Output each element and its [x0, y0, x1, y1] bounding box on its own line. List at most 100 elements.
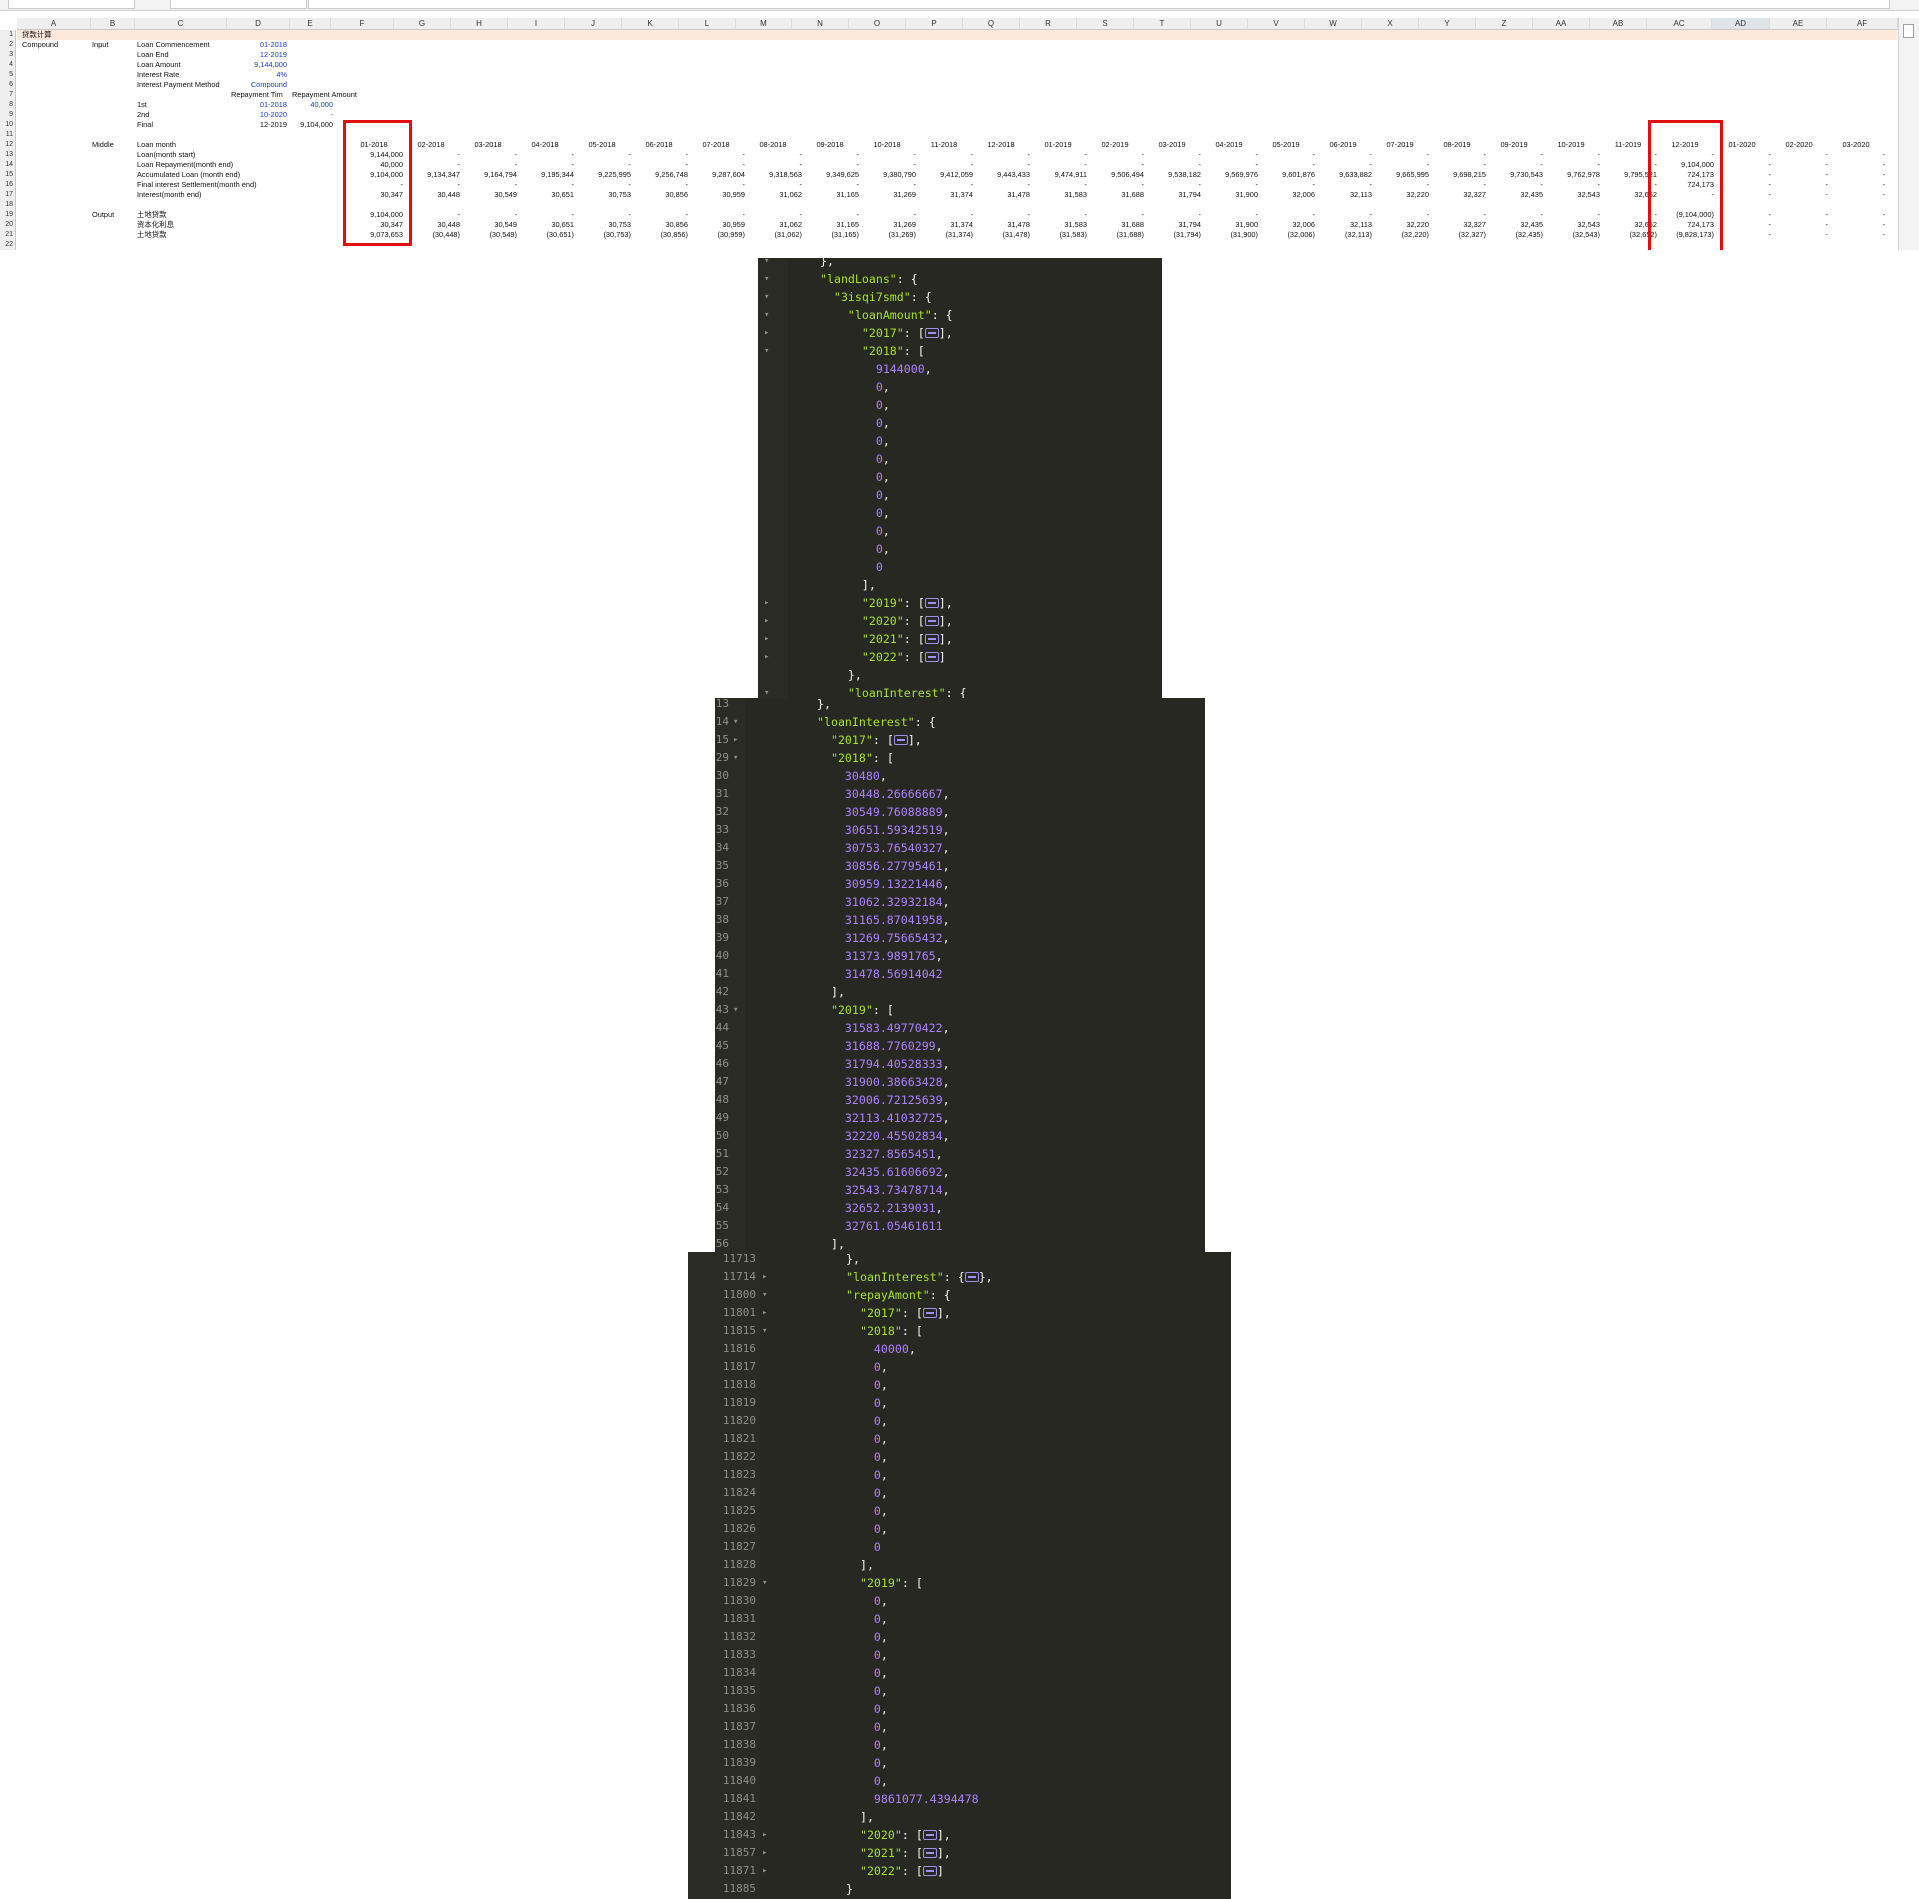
month-cell-o1[interactable]: -: [915, 210, 973, 220]
code-line[interactable]: 0,: [846, 1394, 888, 1412]
code-line[interactable]: "2021": [],: [820, 630, 953, 648]
row-header[interactable]: 1: [0, 30, 16, 40]
month-cell-int[interactable]: 31,794: [1143, 190, 1201, 200]
code-line[interactable]: ],: [846, 1556, 874, 1574]
month-cell-final[interactable]: -: [1371, 180, 1429, 190]
month-cell-o1[interactable]: -: [1827, 210, 1885, 220]
fold-collapsed-icon[interactable]: ▸: [764, 612, 769, 630]
month-cell-final[interactable]: -: [516, 180, 574, 190]
code-line[interactable]: 32113.41032725,: [817, 1109, 950, 1127]
month-cell-o1[interactable]: -: [801, 210, 859, 220]
code-line[interactable]: ],: [817, 1235, 845, 1253]
code-line[interactable]: "3isqi7smd": {: [820, 288, 932, 306]
month-cell-repay[interactable]: -: [1485, 160, 1543, 170]
column-header-f[interactable]: F: [331, 18, 394, 30]
month-cell-o3[interactable]: (30,959): [687, 230, 745, 240]
fold-expanded-icon[interactable]: ▾: [762, 1322, 767, 1340]
month-cell-repay[interactable]: -: [516, 160, 574, 170]
repayment-time[interactable]: 10-2020: [230, 110, 287, 120]
month-cell-repay[interactable]: -: [1086, 160, 1144, 170]
code-line[interactable]: 0,: [846, 1718, 888, 1736]
month-cell-final[interactable]: -: [1428, 180, 1486, 190]
input-value[interactable]: Compound: [205, 80, 287, 90]
fold-expanded-icon[interactable]: ▾: [762, 1286, 767, 1304]
month-cell-acc[interactable]: 9,349,625: [801, 170, 859, 180]
month-cell-start[interactable]: -: [1257, 150, 1315, 160]
month-cell-m[interactable]: 07-2019: [1371, 140, 1429, 150]
month-cell-o1[interactable]: -: [687, 210, 745, 220]
month-cell-acc[interactable]: 9,195,344: [516, 170, 574, 180]
month-cell-o2[interactable]: 30,651: [516, 220, 574, 230]
code-line[interactable]: 31900.38663428,: [817, 1073, 950, 1091]
month-cell-int[interactable]: -: [1770, 190, 1828, 200]
row-header[interactable]: 12: [0, 140, 16, 150]
month-cell-o3[interactable]: (32,006): [1257, 230, 1315, 240]
month-cell-start[interactable]: -: [1428, 150, 1486, 160]
code-line[interactable]: 0,: [846, 1772, 888, 1790]
month-cell-m[interactable]: 11-2018: [915, 140, 973, 150]
month-cell-repay[interactable]: -: [1827, 160, 1885, 170]
month-cell-final[interactable]: -: [630, 180, 688, 190]
code-line[interactable]: },: [820, 258, 834, 270]
code-line[interactable]: 31062.32932184,: [817, 893, 950, 911]
row-header[interactable]: 8: [0, 100, 16, 110]
code-line[interactable]: 0,: [820, 432, 890, 450]
month-cell-int[interactable]: 31,165: [801, 190, 859, 200]
column-header-m[interactable]: M: [736, 18, 792, 30]
code-line[interactable]: "2017": [],: [846, 1304, 951, 1322]
month-cell-start[interactable]: -: [573, 150, 631, 160]
month-cell-m[interactable]: 07-2018: [687, 140, 745, 150]
month-cell-m[interactable]: 08-2019: [1428, 140, 1486, 150]
month-cell-o1[interactable]: -: [516, 210, 574, 220]
input-value[interactable]: 9,144,000: [205, 60, 287, 70]
column-header-t[interactable]: T: [1134, 18, 1191, 30]
fold-expanded-icon[interactable]: ▾: [764, 288, 769, 306]
code-line[interactable]: 0,: [820, 504, 890, 522]
code-line[interactable]: 0,: [846, 1700, 888, 1718]
month-cell-final[interactable]: -: [1542, 180, 1600, 190]
month-cell-m[interactable]: 02-2019: [1086, 140, 1144, 150]
code-line[interactable]: 0,: [846, 1628, 888, 1646]
row-header[interactable]: 4: [0, 60, 16, 70]
month-cell-acc[interactable]: 9,287,604: [687, 170, 745, 180]
fold-collapsed-icon[interactable]: ▸: [762, 1304, 767, 1322]
month-cell-final[interactable]: -: [687, 180, 745, 190]
code-line[interactable]: 0,: [820, 486, 890, 504]
column-caption[interactable]: Repayment Tim: [231, 90, 283, 100]
fold-expanded-icon[interactable]: ▾: [764, 342, 769, 360]
month-cell-o3[interactable]: (31,062): [744, 230, 802, 240]
month-cell-acc[interactable]: -: [1770, 170, 1828, 180]
fold-expanded-icon[interactable]: ▾: [733, 1001, 738, 1019]
month-cell-int[interactable]: -: [1827, 190, 1885, 200]
month-cell-o2[interactable]: 31,688: [1086, 220, 1144, 230]
month-cell-final[interactable]: -: [459, 180, 517, 190]
month-cell-acc[interactable]: 9,318,563: [744, 170, 802, 180]
code-line[interactable]: 30448.26666667,: [817, 785, 950, 803]
code-line[interactable]: "2021": [],: [846, 1844, 951, 1862]
middle-label[interactable]: Loan(month start): [137, 150, 195, 160]
month-cell-final[interactable]: -: [972, 180, 1030, 190]
month-cell-start[interactable]: -: [1314, 150, 1372, 160]
column-header-p[interactable]: P: [906, 18, 963, 30]
code-line[interactable]: 0: [846, 1538, 881, 1556]
month-cell-m[interactable]: 10-2019: [1542, 140, 1600, 150]
month-cell-int[interactable]: 31,583: [1029, 190, 1087, 200]
code-line[interactable]: 31269.75665432,: [817, 929, 950, 947]
code-line[interactable]: "2017": [],: [820, 324, 953, 342]
month-cell-start[interactable]: -: [915, 150, 973, 160]
column-header-ad[interactable]: AD: [1712, 18, 1770, 30]
month-cell-int[interactable]: 30,959: [687, 190, 745, 200]
fold-collapsed-icon[interactable]: ▸: [762, 1844, 767, 1862]
month-cell-acc[interactable]: 9,506,494: [1086, 170, 1144, 180]
month-cell-o1[interactable]: -: [744, 210, 802, 220]
month-cell-o3[interactable]: (32,113): [1314, 230, 1372, 240]
row-header[interactable]: 11: [0, 130, 16, 140]
month-cell-m[interactable]: 04-2019: [1200, 140, 1258, 150]
month-cell-o2[interactable]: 31,900: [1200, 220, 1258, 230]
row-header[interactable]: 18: [0, 200, 16, 210]
month-cell-acc[interactable]: 9,538,182: [1143, 170, 1201, 180]
month-cell-final[interactable]: -: [1029, 180, 1087, 190]
month-cell-o3[interactable]: (31,583): [1029, 230, 1087, 240]
month-cell-o1[interactable]: -: [1200, 210, 1258, 220]
code-line[interactable]: "repayAmont": {: [846, 1286, 951, 1304]
